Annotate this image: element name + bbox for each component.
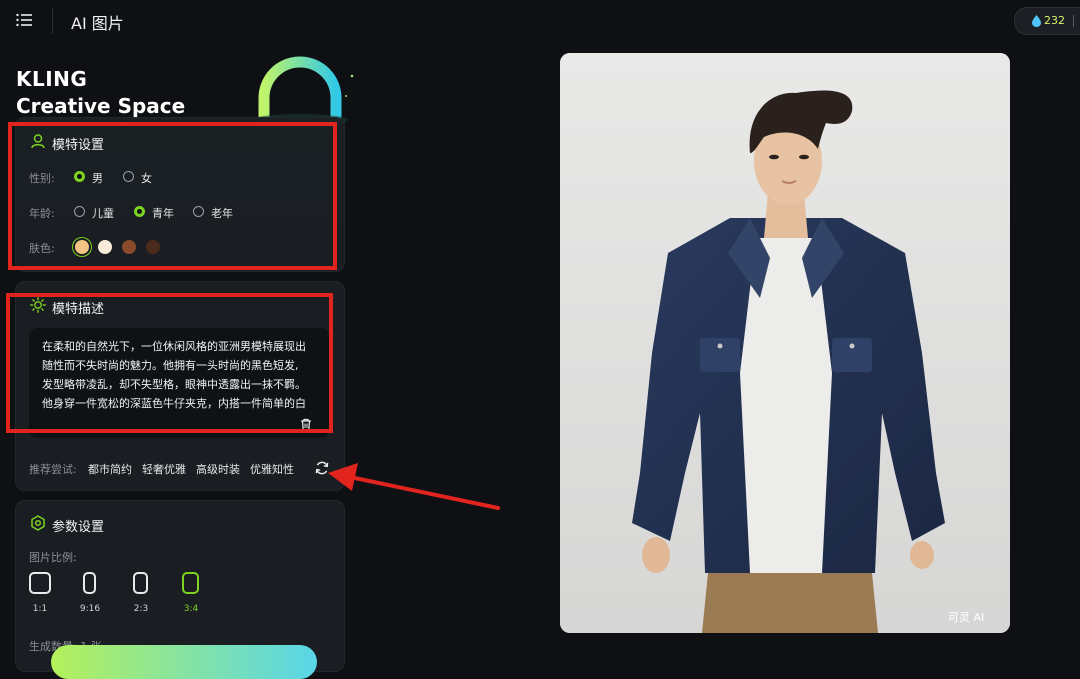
brand-line-1: KLING <box>16 67 88 91</box>
ratio-shape <box>133 572 148 594</box>
hexagon-settings-icon <box>30 515 46 535</box>
age-youth-label: 青年 <box>152 207 174 220</box>
model-photo-illustration <box>560 53 1010 633</box>
age-senior-label: 老年 <box>211 207 233 220</box>
params-panel: 参数设置 图片比例: 1:1 9:16 2:3 3:4 生成数量: 1 张 <box>15 500 345 679</box>
suggestion-tag[interactable]: 优雅知性 <box>250 461 294 477</box>
ratio-shape <box>29 572 51 594</box>
model-description-title: 模特描述 <box>52 302 105 317</box>
suggest-label: 推荐尝试: <box>29 463 77 476</box>
ratio-label: 图片比例: <box>29 551 77 564</box>
description-line: 发型略带凌乱，却不失型格，眼神中透露出一抹不羁。 <box>42 378 306 391</box>
suggestion-tag[interactable]: 高级时装 <box>196 461 240 477</box>
gender-male-label: 男 <box>92 172 103 185</box>
description-line: 在柔和的自然光下，一位休闲风格的亚洲男模特展现出 <box>42 340 306 353</box>
skin-label: 肤色: <box>29 242 55 255</box>
radio-dot <box>123 171 134 182</box>
ratio-label-text: 9:16 <box>79 604 101 614</box>
description-text: 在柔和的自然光下，一位休闲风格的亚洲男模特展现出 随性而不失时尚的魅力。他拥有一… <box>42 337 324 413</box>
ratio-label-text: 3:4 <box>183 604 199 614</box>
ratio-option-9-16[interactable]: 9:16 <box>77 572 103 622</box>
credits-count: 232 <box>1044 14 1065 27</box>
skin-swatch-brown[interactable] <box>122 240 136 254</box>
generated-image-preview[interactable]: 可灵 AI <box>560 53 1010 633</box>
model-description-panel: 模特描述 在柔和的自然光下，一位休闲风格的亚洲男模特展现出 随性而不失时尚的魅力… <box>15 281 345 491</box>
radio-dot <box>74 206 85 217</box>
gender-female-label: 女 <box>141 172 152 185</box>
description-line: 随性而不失时尚的魅力。他拥有一头时尚的黑色短发, <box>42 359 299 372</box>
person-icon <box>30 133 46 153</box>
refresh-icon[interactable] <box>315 460 329 479</box>
sun-icon <box>30 297 46 317</box>
radio-dot <box>74 171 85 182</box>
radio-dot <box>134 206 145 217</box>
credits-badge[interactable]: 232 <box>1014 7 1080 35</box>
menu-icon[interactable] <box>16 13 34 29</box>
age-label: 年龄: <box>29 207 55 220</box>
page-title: AI 图片 <box>71 14 124 33</box>
trash-icon[interactable] <box>300 418 312 437</box>
params-title: 参数设置 <box>52 520 105 535</box>
model-settings-title: 模特设置 <box>52 138 105 153</box>
skin-swatch-dark[interactable] <box>146 240 160 254</box>
gender-label: 性别: <box>29 172 55 185</box>
description-textarea[interactable]: 在柔和的自然光下，一位休闲风格的亚洲男模特展现出 随性而不失时尚的魅力。他拥有一… <box>29 328 329 438</box>
ratio-option-3-4[interactable]: 3:4 <box>178 572 204 622</box>
divider <box>1073 15 1074 27</box>
brand-line-2: Creative Space <box>16 94 186 118</box>
ratio-shape <box>182 572 199 594</box>
ratio-option-1-1[interactable]: 1:1 <box>27 572 53 622</box>
skin-swatch-light[interactable] <box>75 240 89 254</box>
generate-button[interactable] <box>51 645 317 679</box>
skin-swatch-fair[interactable] <box>98 240 112 254</box>
suggestion-tag[interactable]: 都市简约 <box>88 461 132 477</box>
suggestion-tag[interactable]: 轻奢优雅 <box>142 461 186 477</box>
radio-dot <box>193 206 204 217</box>
model-settings-panel: 模特设置 性别: 男 女 年龄: 儿童 青年 老年 肤色: <box>15 117 345 272</box>
ratio-label-text: 1:1 <box>32 604 48 614</box>
ratio-option-2-3[interactable]: 2:3 <box>128 572 154 622</box>
watermark: 可灵 AI <box>948 611 985 624</box>
top-bar: AI 图片 232 <box>0 0 1080 42</box>
age-child-label: 儿童 <box>92 207 114 220</box>
credit-drop-icon <box>1032 15 1041 30</box>
description-line: 他身穿一件宽松的深蓝色牛仔夹克，内搭一件简单的白 <box>42 397 306 410</box>
ratio-shape <box>83 572 96 594</box>
brand-title: KLING Creative Space <box>16 66 185 120</box>
annotation-arrow <box>328 463 500 510</box>
ratio-label-text: 2:3 <box>133 604 149 614</box>
divider <box>52 8 53 34</box>
